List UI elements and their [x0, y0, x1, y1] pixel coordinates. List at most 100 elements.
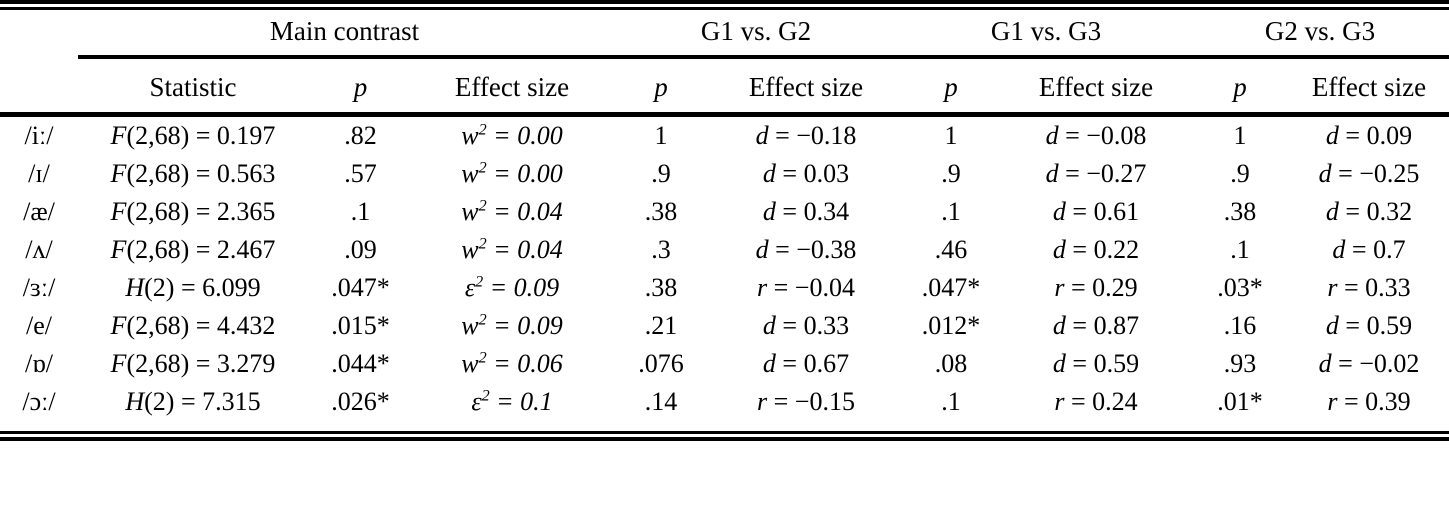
- row-effect-size-g2g3: d = 0.32: [1289, 193, 1449, 231]
- effect-size-symbol: r: [757, 273, 768, 302]
- sub-header-p-g1g2: p: [654, 72, 668, 102]
- row-p-main: .09: [344, 235, 377, 264]
- table-row: /ɜː/H(2) = 6.099 .047* ε2 = 0.09 .38 r = −0.…: [0, 269, 1449, 307]
- effect-size-symbol: d: [1052, 311, 1066, 340]
- vowel-symbol: /ɔː/: [22, 387, 56, 416]
- effect-size-value: = 0.04: [493, 197, 563, 226]
- row-p-g1g3: .047*: [921, 273, 981, 302]
- table-bottom-border: [0, 421, 1449, 441]
- row-p-g1g2: .38: [644, 273, 678, 302]
- statistic-value: = 4.432: [195, 311, 276, 340]
- row-effect-size-g1g2: r = −0.15: [711, 383, 901, 421]
- row-effect-size-main: w2 = 0.09: [413, 307, 611, 345]
- effect-size-value: = −0.02: [1338, 349, 1420, 378]
- effect-size-value: = 0.87: [1072, 311, 1140, 340]
- statistic-symbol: H: [125, 273, 145, 302]
- effect-size-symbol: ε: [464, 273, 476, 302]
- statistic-value: = 2.365: [195, 197, 276, 226]
- statistic-value: = 7.315: [180, 387, 261, 416]
- statistic-args: (2,68): [126, 311, 190, 340]
- group-header-g2-vs-g3: G2 vs. G3: [1264, 16, 1376, 46]
- row-effect-size-g1g3: d = 0.61: [1001, 193, 1191, 231]
- statistics-table: Main contrast G1 vs. G2 G1 vs. G3 G2 vs.…: [0, 0, 1449, 441]
- row-effect-size-g1g3: d = −0.08: [1001, 117, 1191, 155]
- effect-size-exponent: 2: [478, 235, 487, 253]
- row-effect-size-g2g3: r = 0.33: [1289, 269, 1449, 307]
- row-effect-size-g1g2: r = −0.04: [711, 269, 901, 307]
- effect-size-symbol: w: [461, 159, 479, 188]
- group-header-blank: [0, 10, 78, 57]
- row-vowel-label: /ɔː/: [0, 383, 78, 421]
- effect-size-symbol: w: [461, 197, 479, 226]
- effect-size-symbol: w: [461, 121, 479, 150]
- effect-size-value: = −0.08: [1065, 121, 1147, 150]
- row-p-g1g3: .46: [934, 235, 968, 264]
- effect-size-symbol: d: [1052, 349, 1066, 378]
- statistic-symbol: F: [110, 121, 127, 150]
- effect-size-symbol: r: [1327, 273, 1338, 302]
- effect-size-symbol: r: [1054, 273, 1065, 302]
- effect-size-symbol: d: [762, 311, 776, 340]
- table-row: /ɒ/F(2,68) = 3.279 .044* w2 = 0.06 .076 d = …: [0, 345, 1449, 383]
- effect-size-value: = 0.1: [496, 387, 553, 416]
- row-p-g1g3: .08: [934, 349, 968, 378]
- statistic-value: = 6.099: [180, 273, 261, 302]
- effect-size-value: = −0.38: [775, 235, 857, 264]
- row-p-g1g2: .21: [644, 311, 678, 340]
- row-p-g1g3: 1: [944, 121, 958, 150]
- row-vowel-label: /ʌ/: [0, 231, 78, 269]
- effect-size-symbol: d: [1325, 311, 1339, 340]
- row-p-g2g3: .93: [1223, 349, 1257, 378]
- statistic-value: = 0.197: [195, 121, 276, 150]
- row-effect-size-main: w2 = 0.04: [413, 193, 611, 231]
- effect-size-value: = 0.03: [782, 159, 850, 188]
- row-effect-size-g1g3: d = 0.87: [1001, 307, 1191, 345]
- row-p-main: .044*: [331, 349, 390, 378]
- table-row: /ʌ/F(2,68) = 2.467 .09 w2 = 0.04 .3 d = −0.3…: [0, 231, 1449, 269]
- table-row: /e/F(2,68) = 4.432 .015* w2 = 0.09 .21 d = 0…: [0, 307, 1449, 345]
- row-effect-size-g1g2: d = 0.33: [711, 307, 901, 345]
- row-p-g2g3: .01*: [1217, 387, 1263, 416]
- effect-size-exponent: 2: [475, 273, 484, 291]
- effect-size-exponent: 2: [478, 159, 487, 177]
- row-effect-size-g1g2: d = 0.34: [711, 193, 901, 231]
- row-effect-size-g1g2: d = 0.03: [711, 155, 901, 193]
- row-p-g1g2: .076: [638, 349, 684, 378]
- effect-size-exponent: 2: [478, 349, 487, 367]
- row-effect-size-g1g2: d = −0.18: [711, 117, 901, 155]
- row-p-g2g3: 1: [1233, 121, 1247, 150]
- row-p-g2g3: .9: [1230, 159, 1250, 188]
- effect-size-symbol: d: [1325, 121, 1339, 150]
- row-effect-size-g2g3: d = −0.25: [1289, 155, 1449, 193]
- sub-header-vowel: [0, 66, 78, 115]
- row-p-g1g3: .1: [941, 197, 961, 226]
- vowel-symbol: /ɒ/: [24, 349, 54, 378]
- statistic-symbol: H: [125, 387, 145, 416]
- row-p-g1g2: .38: [644, 197, 678, 226]
- effect-size-value: = −0.25: [1338, 159, 1420, 188]
- row-p-g2g3: .38: [1223, 197, 1257, 226]
- statistic-args: (2,68): [126, 197, 190, 226]
- row-vowel-label: /e/: [0, 307, 78, 345]
- effect-size-symbol: r: [1327, 387, 1338, 416]
- row-statistic: F(2,68) = 4.432: [78, 307, 308, 345]
- row-p-g1g3: .1: [941, 387, 961, 416]
- statistic-symbol: F: [110, 235, 127, 264]
- row-statistic: F(2,68) = 2.467: [78, 231, 308, 269]
- effect-size-value: = 0.67: [782, 349, 850, 378]
- row-vowel-label: /ɜː/: [0, 269, 78, 307]
- effect-size-value: = 0.32: [1345, 197, 1413, 226]
- row-vowel-label: /æ/: [0, 193, 78, 231]
- statistic-symbol: F: [110, 159, 127, 188]
- effect-size-value: = 0.33: [1343, 273, 1411, 302]
- vowel-symbol: /ɪ/: [28, 159, 50, 188]
- statistic-args: (2,68): [126, 349, 190, 378]
- row-effect-size-main: w2 = 0.04: [413, 231, 611, 269]
- row-effect-size-main: ε2 = 0.1: [413, 383, 611, 421]
- row-vowel-label: /ɪ/: [0, 155, 78, 193]
- row-effect-size-g1g3: d = 0.59: [1001, 345, 1191, 383]
- effect-size-symbol: d: [755, 121, 769, 150]
- effect-size-symbol: d: [762, 349, 776, 378]
- effect-size-value: = 0.09: [489, 273, 560, 302]
- statistic-symbol: F: [110, 197, 127, 226]
